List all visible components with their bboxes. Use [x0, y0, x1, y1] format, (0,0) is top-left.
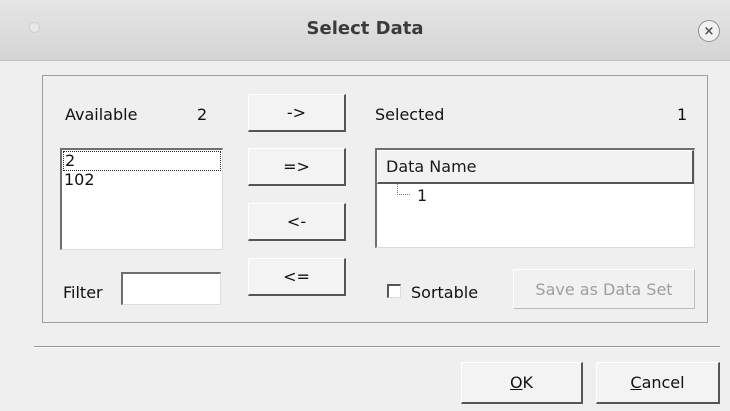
sortable-label: Sortable — [411, 283, 479, 302]
ok-button-label: OK — [509, 373, 534, 392]
move-one-left-button[interactable]: <- — [248, 203, 346, 241]
move-all-right-button[interactable]: => — [248, 148, 346, 186]
available-label: Available — [65, 105, 138, 124]
select-data-group: Available 2 2 102 Filter -> => <- <= Sel… — [42, 75, 708, 323]
window-title: Select Data — [306, 18, 424, 39]
tree-branch-icon — [397, 184, 410, 195]
data-name-column-header[interactable]: Data Name — [377, 150, 694, 184]
ok-button[interactable]: OK — [461, 362, 583, 404]
tree-item-label: 1 — [417, 186, 428, 205]
sortable-checkbox[interactable] — [387, 284, 401, 298]
title-bar: Select Data × — [0, 0, 730, 61]
separator — [34, 346, 720, 348]
available-list[interactable]: 2 102 — [60, 148, 223, 250]
filter-input[interactable] — [121, 272, 221, 305]
selected-tree[interactable]: Data Name 1 — [375, 148, 695, 248]
cancel-button[interactable]: Cancel — [596, 362, 720, 404]
available-count: 2 — [197, 105, 208, 124]
filter-label: Filter — [63, 283, 103, 302]
save-as-data-set-button[interactable]: Save as Data Set — [513, 269, 695, 309]
selected-count: 1 — [677, 105, 688, 124]
cancel-button-label: Cancel — [630, 373, 685, 392]
close-icon: × — [703, 23, 715, 39]
selected-label: Selected — [375, 105, 445, 124]
move-all-left-button[interactable]: <= — [248, 258, 346, 296]
tree-item[interactable]: 1 — [377, 184, 694, 210]
column-header-label: Data Name — [386, 157, 477, 176]
list-item[interactable]: 102 — [62, 171, 222, 189]
close-button[interactable]: × — [698, 20, 720, 42]
list-item[interactable]: 2 — [63, 151, 221, 171]
move-one-right-button[interactable]: -> — [248, 94, 346, 132]
